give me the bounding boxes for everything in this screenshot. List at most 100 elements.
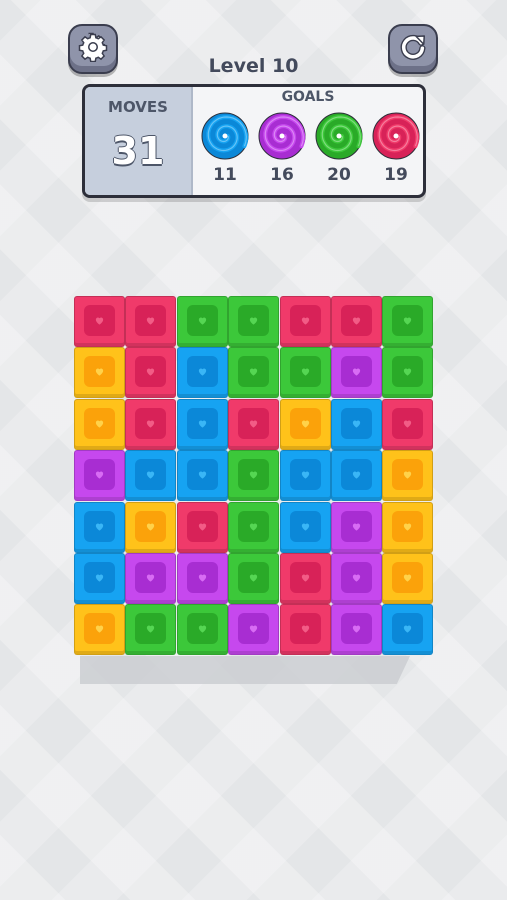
tile-blue[interactable] xyxy=(125,450,177,502)
tile-yellow[interactable] xyxy=(125,501,177,553)
heart-icon xyxy=(95,574,104,582)
heart-icon xyxy=(250,625,258,634)
tile-red[interactable] xyxy=(279,553,331,604)
heart-icon xyxy=(352,523,361,531)
tile-red[interactable] xyxy=(382,398,434,450)
tile-green[interactable] xyxy=(228,296,280,347)
heart-icon xyxy=(198,625,206,634)
tile-blue[interactable] xyxy=(176,398,228,450)
tile-inner xyxy=(135,562,167,593)
tile-red[interactable] xyxy=(279,604,331,656)
tile-purple[interactable] xyxy=(74,450,125,502)
tile-yellow[interactable] xyxy=(74,347,125,399)
tile-blue[interactable] xyxy=(331,398,382,450)
tile-inner xyxy=(186,613,218,645)
tile-red[interactable] xyxy=(228,398,280,450)
tile-blue[interactable] xyxy=(331,450,382,502)
tile-red[interactable] xyxy=(125,296,177,347)
heart-icon xyxy=(95,317,104,325)
tile-inner xyxy=(341,510,372,542)
tile-inner xyxy=(341,562,372,593)
tile-green[interactable] xyxy=(279,347,331,399)
tile-yellow[interactable] xyxy=(382,501,434,553)
tile-inner xyxy=(392,510,424,542)
tile-inner xyxy=(341,356,372,388)
tile-green[interactable] xyxy=(228,553,280,604)
heart-icon xyxy=(250,420,258,428)
heart-icon xyxy=(352,625,361,634)
tile-inner xyxy=(341,407,372,439)
tile-green[interactable] xyxy=(228,501,280,553)
tile-inner xyxy=(238,305,270,336)
goal-count: 16 xyxy=(270,165,294,185)
tile-green[interactable] xyxy=(176,296,228,347)
tile-blue[interactable] xyxy=(279,501,331,553)
heart-icon xyxy=(404,523,412,531)
tile-green[interactable] xyxy=(382,296,434,347)
tile-purple[interactable] xyxy=(331,553,382,604)
tile-inner xyxy=(84,613,115,645)
tile-inner xyxy=(135,459,167,491)
coil-icon xyxy=(315,112,363,160)
tile-green[interactable] xyxy=(176,604,228,656)
heart-icon xyxy=(301,317,309,325)
tile-inner xyxy=(135,510,167,542)
tile-inner xyxy=(135,356,167,388)
tile-purple[interactable] xyxy=(125,553,177,604)
tile-green[interactable] xyxy=(228,347,280,399)
tile-purple[interactable] xyxy=(331,347,382,399)
tile-green[interactable] xyxy=(228,450,280,502)
heart-icon xyxy=(301,471,309,479)
tile-yellow[interactable] xyxy=(279,398,331,450)
tile-inner xyxy=(238,356,270,388)
tile-red[interactable] xyxy=(125,347,177,399)
heart-icon xyxy=(95,523,104,531)
tile-yellow[interactable] xyxy=(382,450,434,502)
tile-blue[interactable] xyxy=(176,450,228,502)
tile-red[interactable] xyxy=(331,296,382,347)
tile-purple[interactable] xyxy=(331,501,382,553)
heart-icon xyxy=(147,420,155,428)
tile-purple[interactable] xyxy=(228,604,280,656)
tile-inner xyxy=(238,510,270,542)
tile-green[interactable] xyxy=(125,604,177,656)
tile-red[interactable] xyxy=(176,501,228,553)
tile-inner xyxy=(186,459,218,491)
moves-value: 31 xyxy=(111,129,165,173)
tile-inner xyxy=(84,459,115,491)
tile-blue[interactable] xyxy=(279,450,331,502)
tile-inner xyxy=(238,459,270,491)
heart-icon xyxy=(250,471,258,479)
tile-inner xyxy=(186,356,218,388)
tile-blue[interactable] xyxy=(74,501,125,553)
heart-icon xyxy=(198,368,206,377)
tile-yellow[interactable] xyxy=(382,553,434,604)
heart-icon xyxy=(198,523,206,531)
tile-inner xyxy=(289,407,321,439)
tile-purple[interactable] xyxy=(331,604,382,656)
game-board xyxy=(74,296,434,656)
goal-blue: 11 xyxy=(197,109,253,193)
tile-inner xyxy=(135,613,167,645)
tile-inner xyxy=(186,562,218,593)
tile-red[interactable] xyxy=(74,296,125,347)
tile-yellow[interactable] xyxy=(74,398,125,450)
heart-icon xyxy=(250,523,258,531)
heart-icon xyxy=(404,574,412,582)
heart-icon xyxy=(147,317,155,325)
tile-red[interactable] xyxy=(125,398,177,450)
heart-icon xyxy=(198,317,206,325)
heart-icon xyxy=(352,420,361,428)
heart-icon xyxy=(147,625,155,634)
hud-panel: MOVES 31 GOALS 11 16 20 19 xyxy=(82,84,426,198)
tile-green[interactable] xyxy=(382,347,434,399)
tile-blue[interactable] xyxy=(176,347,228,399)
heart-icon xyxy=(301,523,309,531)
tile-blue[interactable] xyxy=(382,604,434,656)
tile-yellow[interactable] xyxy=(74,604,125,656)
tile-blue[interactable] xyxy=(74,553,125,604)
goal-green: 20 xyxy=(311,109,367,193)
tile-purple[interactable] xyxy=(176,553,228,604)
tile-red[interactable] xyxy=(279,296,331,347)
heart-icon xyxy=(404,625,412,634)
